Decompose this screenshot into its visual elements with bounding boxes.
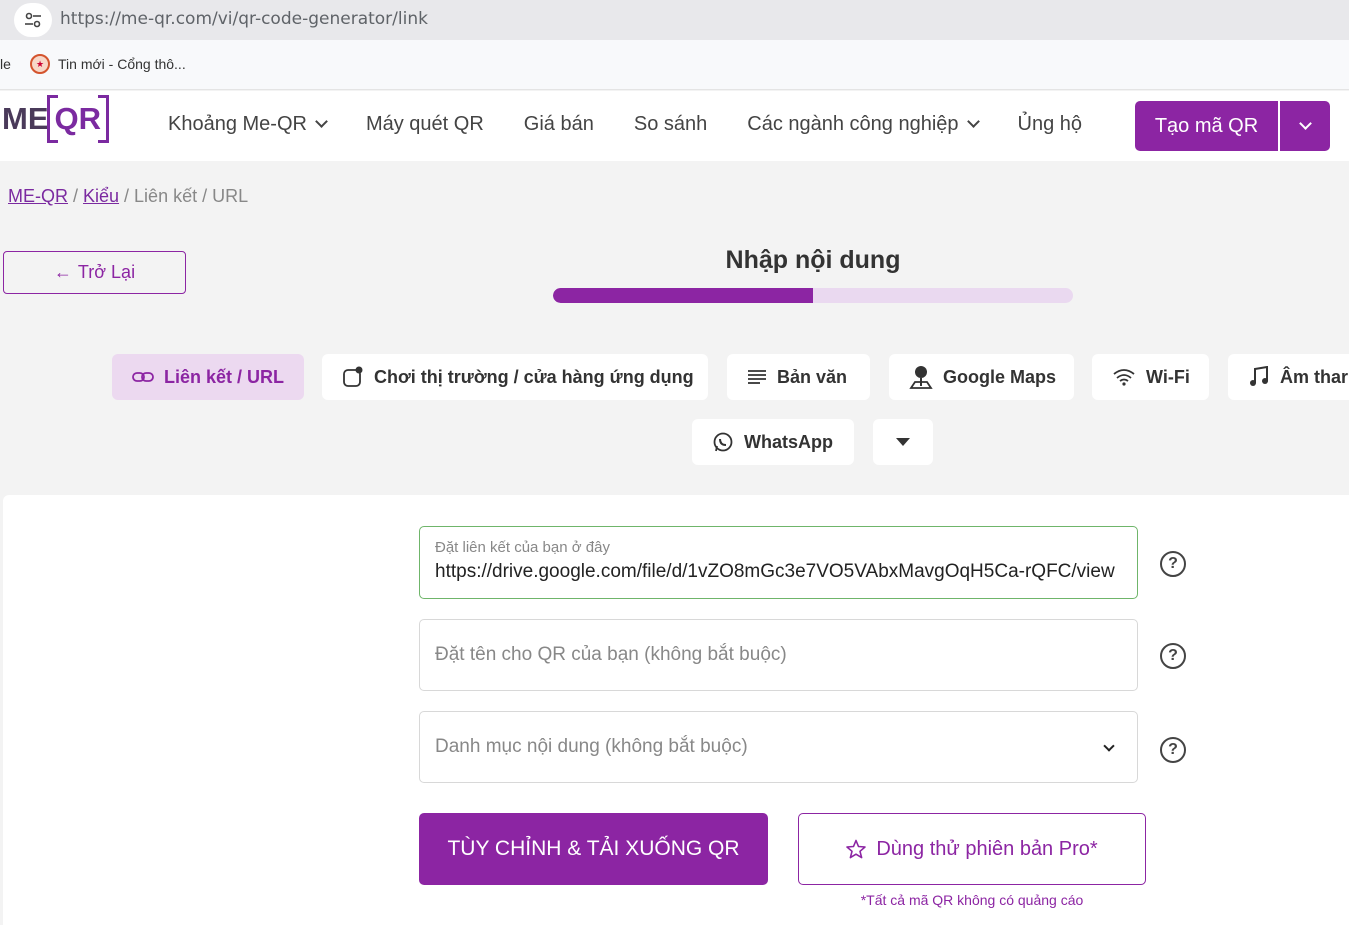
breadcrumb-current: / Liên kết / URL	[119, 186, 249, 206]
tab-label: Google Maps	[943, 366, 1057, 387]
progress-bar	[553, 288, 1073, 303]
nav-item-scanner[interactable]: Máy quét QR	[366, 113, 484, 136]
tab-label: Âm thar	[1280, 366, 1349, 387]
tab-label: Bản văn	[777, 366, 848, 387]
tab-whatsapp[interactable]: WhatsApp	[692, 419, 854, 465]
nav-label: So sánh	[633, 113, 708, 135]
nav-label: Ủng hộ	[1017, 113, 1083, 135]
try-pro-label: Dùng thử phiên bản Pro*	[876, 837, 1098, 860]
help-icon[interactable]: ?	[1160, 737, 1186, 763]
tab-label: Liên kết / URL	[164, 366, 285, 387]
bookmark-label: Tin mới - Cổng thô...	[58, 56, 186, 72]
chevron-down-icon	[1298, 117, 1312, 130]
bookmark-item[interactable]: ★ Tin mới - Cổng thô...	[30, 54, 186, 74]
step-title: Nhập nội dung	[725, 246, 901, 274]
nav-item-support[interactable]: Ủng hộ	[1018, 113, 1083, 136]
whatsapp-icon	[713, 432, 733, 452]
progress-fill	[553, 288, 813, 303]
category-placeholder: Danh mục nội dung (không bắt buộc)	[435, 736, 748, 757]
nav-label: Khoảng Me-QR	[168, 113, 307, 135]
bookmarks-bar: le ★ Tin mới - Cổng thô...	[0, 40, 1349, 90]
bookmark-favicon-icon: ★	[30, 54, 50, 74]
text-lines-icon	[748, 370, 766, 384]
nav-item-industries[interactable]: Các ngành công nghiệp	[747, 113, 980, 136]
nav-item-pricing[interactable]: Giá bán	[524, 113, 594, 136]
nav-label: Máy quét QR	[365, 113, 484, 135]
chevron-down-icon	[315, 115, 328, 128]
site-settings-icon[interactable]	[14, 3, 52, 37]
nav-label: Giá bán	[523, 113, 594, 135]
create-qr-dropdown-button[interactable]	[1280, 101, 1330, 151]
main-nav: Khoảng Me-QR Máy quét QR Giá bán So sánh…	[168, 113, 1122, 136]
browser-address-bar[interactable]: https://me-qr.com/vi/qr-code-generator/l…	[0, 0, 1349, 40]
back-button[interactable]: ← Trở Lại	[3, 251, 186, 294]
music-note-icon	[1250, 366, 1268, 386]
logo-qr-text: QR	[46, 95, 109, 143]
try-pro-button[interactable]: Dùng thử phiên bản Pro*	[798, 813, 1146, 885]
nav-item-compare[interactable]: So sánh	[634, 113, 707, 136]
breadcrumb: ME-QR / Kiểu / Liên kết / URL	[8, 186, 248, 207]
app-store-icon	[343, 366, 363, 387]
tab-label: WhatsApp	[744, 431, 833, 452]
site-header: ME QR Khoảng Me-QR Máy quét QR Giá bán S…	[0, 91, 1349, 161]
more-types-button[interactable]	[873, 419, 933, 465]
link-icon	[132, 372, 154, 382]
breadcrumb-home-link[interactable]: ME-QR	[8, 186, 68, 206]
tab-link-url[interactable]: Liên kết / URL	[112, 354, 304, 400]
back-button-label: Trở Lại	[77, 262, 136, 282]
tab-app-store[interactable]: Chơi thị trường / cửa hàng ứng dụng	[322, 354, 708, 400]
tab-text[interactable]: Bản văn	[727, 354, 870, 400]
help-icon[interactable]: ?	[1160, 551, 1186, 577]
map-pin-icon	[909, 366, 933, 389]
nav-item-about[interactable]: Khoảng Me-QR	[168, 113, 328, 136]
qr-name-input[interactable]: Đặt tên cho QR của bạn (không bắt buộc)	[419, 619, 1138, 691]
wifi-icon	[1113, 369, 1135, 386]
tab-label: Wi-Fi	[1146, 366, 1190, 387]
chevron-down-icon	[1103, 740, 1115, 752]
star-icon	[846, 839, 867, 859]
breadcrumb-separator: /	[68, 186, 84, 206]
link-input-label: Đặt liên kết của bạn ở đây	[435, 539, 610, 556]
ad-free-note: *Tất cả mã QR không có quảng cáo	[860, 892, 1084, 908]
bookmark-fragment[interactable]: le	[0, 56, 11, 72]
breadcrumb-types-link[interactable]: Kiểu	[83, 186, 119, 206]
customize-download-button[interactable]: TÙY CHỈNH & TẢI XUỐNG QR	[419, 813, 768, 885]
chevron-down-icon	[966, 115, 980, 128]
tab-wifi[interactable]: Wi-Fi	[1092, 354, 1209, 400]
help-icon[interactable]: ?	[1160, 643, 1186, 669]
link-input-value[interactable]: https://drive.google.com/file/d/1vZO8mGc…	[435, 561, 1129, 583]
caret-down-icon	[896, 438, 910, 446]
link-input[interactable]: Đặt liên kết của bạn ở đây https://drive…	[419, 526, 1138, 599]
create-qr-button[interactable]: Tạo mã QR	[1135, 101, 1278, 151]
qr-name-placeholder: Đặt tên cho QR của bạn (không bắt buộc)	[435, 644, 787, 665]
arrow-left-icon: ←	[53, 262, 72, 282]
address-url[interactable]: https://me-qr.com/vi/qr-code-generator/l…	[60, 9, 428, 29]
tab-audio[interactable]: Âm thar	[1228, 354, 1349, 400]
tab-google-maps[interactable]: Google Maps	[889, 354, 1074, 400]
me-qr-logo[interactable]: ME QR	[2, 95, 109, 143]
nav-label: Các ngành công nghiệp	[747, 113, 959, 135]
content-category-select[interactable]: Danh mục nội dung (không bắt buộc)	[419, 711, 1138, 783]
tab-label: Chơi thị trường / cửa hàng ứng dụng	[374, 366, 694, 387]
logo-me-text: ME	[2, 101, 49, 136]
